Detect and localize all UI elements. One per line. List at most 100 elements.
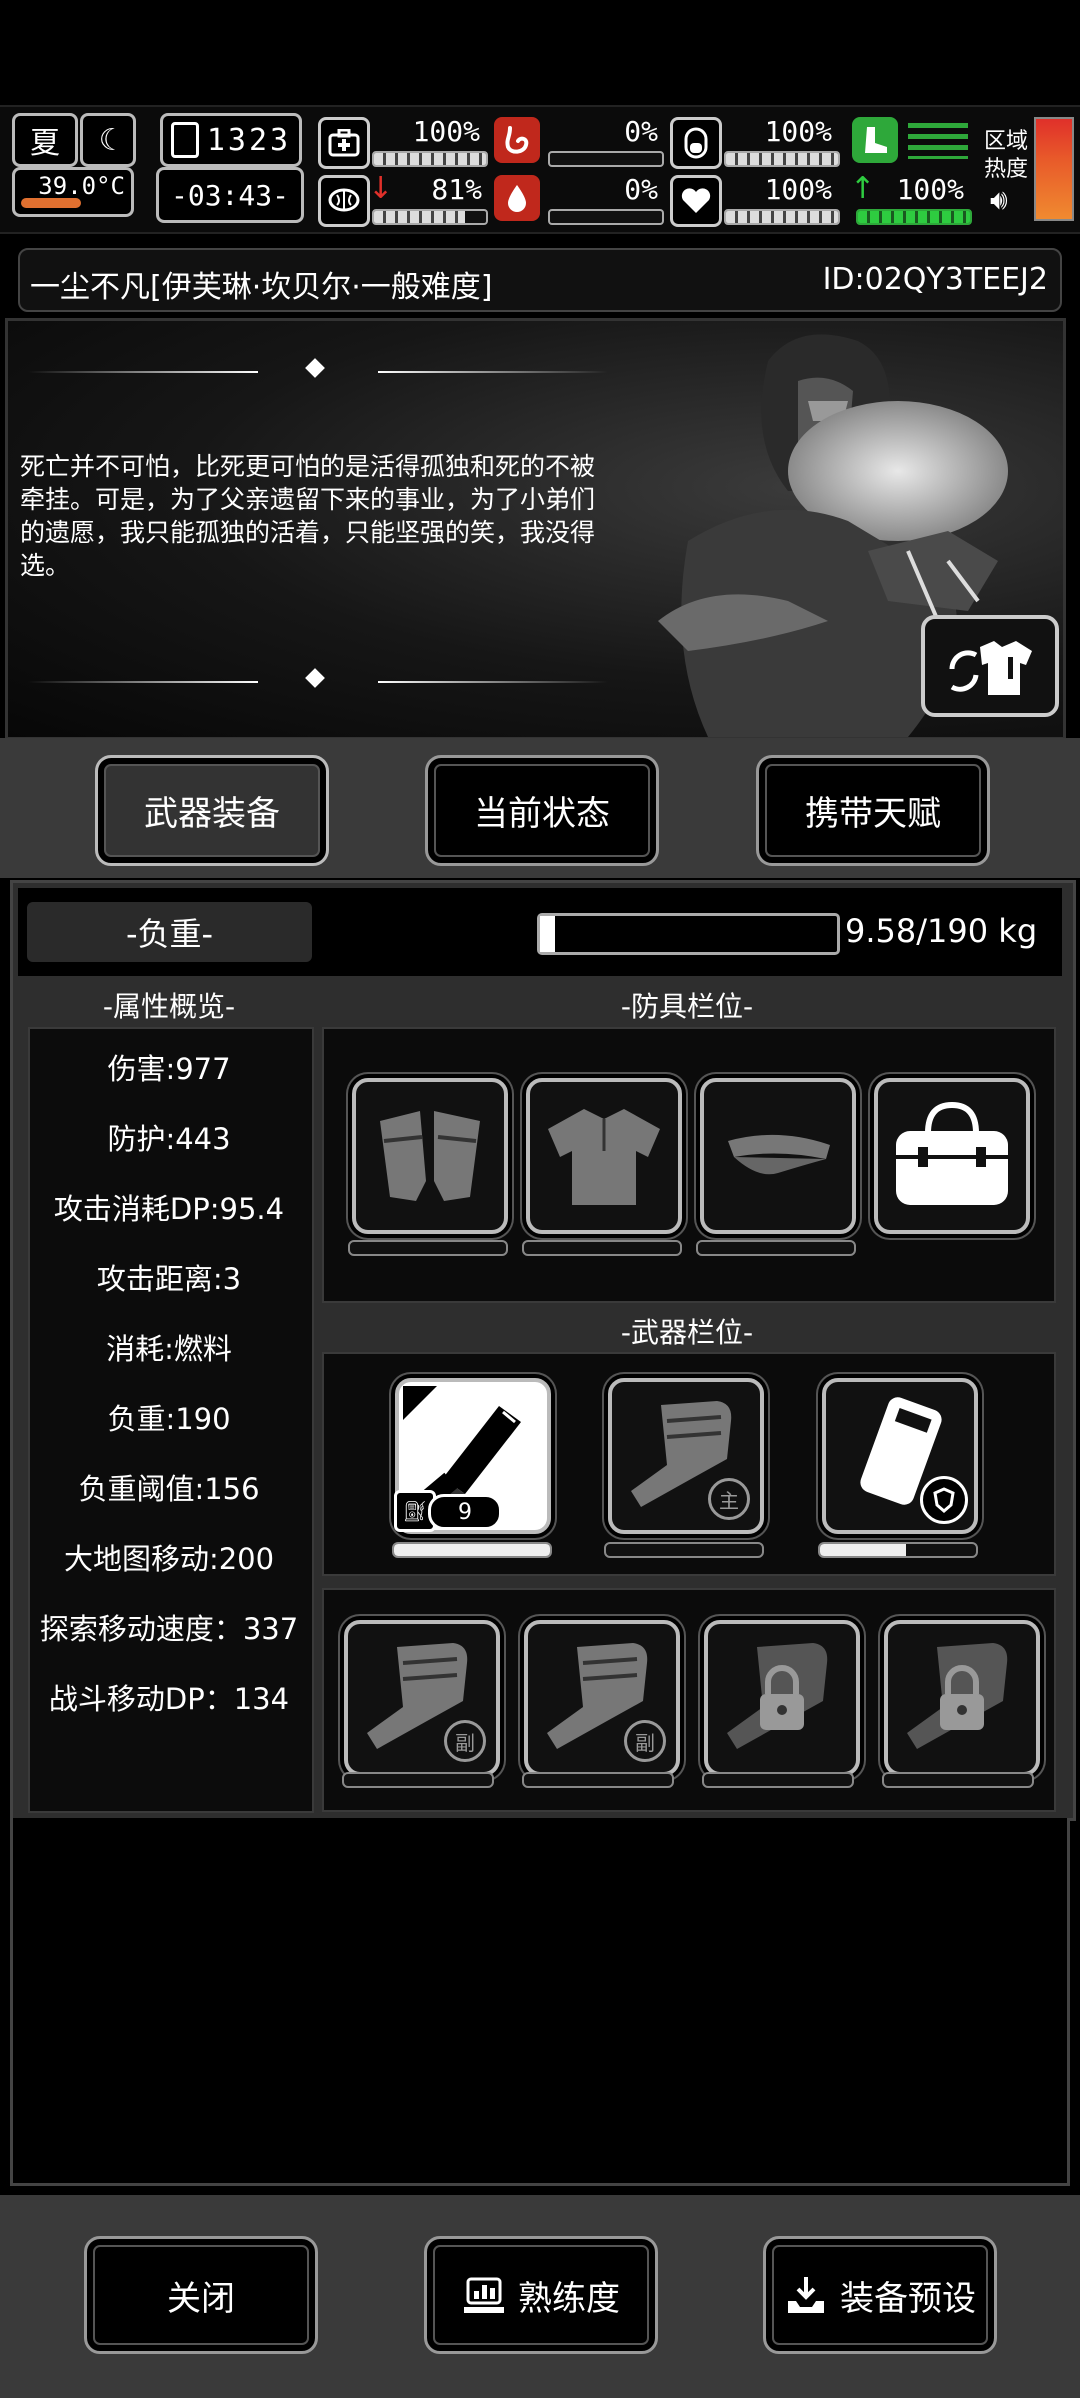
sanity-value: 81% (431, 173, 482, 206)
ornament-diamond-icon (305, 668, 325, 688)
sanity-bar-fill (374, 211, 465, 223)
proficiency-button[interactable]: 熟练度 (424, 2236, 658, 2354)
ornament-divider-top (28, 358, 608, 378)
attributes-section-title: -属性概览- (102, 990, 236, 1023)
mood-bar-fill (726, 211, 838, 223)
attr-attack-range: 攻击距离:3 (96, 1262, 242, 1296)
secondary-badge: 副 (624, 1720, 666, 1762)
clock-readout: -03:43- (156, 167, 304, 223)
health-bar-fill (374, 153, 486, 165)
main-hand-badge: 主 (708, 1478, 750, 1520)
night-moon-icon: ☾ (80, 113, 136, 167)
attr-map-move: 大地图移动:200 (63, 1542, 275, 1576)
locked-slot-2[interactable] (884, 1620, 1040, 1776)
region-heat-label-2: 热度 (984, 157, 1029, 182)
stamina-value: 100% (764, 115, 832, 148)
mood-bar (724, 209, 840, 225)
ornament-divider-bottom (28, 668, 608, 688)
change-outfit-button[interactable] (921, 615, 1059, 717)
empty-content-area (10, 1818, 1070, 2186)
weapon-slot-chainsaw-bar (392, 1542, 552, 1558)
attr-consumption: 消耗:燃料 (106, 1332, 232, 1366)
stomach-icon[interactable] (494, 117, 540, 163)
sanity-bar (372, 209, 488, 225)
chainsaw-durability-fill (394, 1544, 550, 1556)
weapons-section-title: -武器栏位- (620, 1316, 754, 1349)
move-value: 100% (896, 173, 964, 206)
attr-attack-dp-cost: 攻击消耗DP:95.4 (53, 1192, 285, 1226)
locked-slot-1[interactable] (704, 1620, 860, 1776)
blood-drop-icon[interactable] (494, 175, 540, 221)
load-bar (537, 913, 840, 955)
backpack-durability-fill (820, 1544, 906, 1556)
move-bar-fill (858, 211, 970, 223)
stamina-bar (724, 151, 840, 167)
outfit-swap-icon (949, 641, 1032, 695)
stamina-icon[interactable] (670, 117, 722, 169)
weapon-slot-backpack-bar (818, 1542, 978, 1558)
region-heat-gauge[interactable] (1034, 117, 1074, 221)
attr-load-threshold: 负重阈值:156 (78, 1472, 260, 1506)
armor-slot-bag[interactable] (874, 1078, 1030, 1234)
attr-defense: 防护:443 (107, 1122, 231, 1156)
character-id: ID:02QY3TEEJ2 (822, 262, 1048, 297)
brain-icon[interactable] (318, 175, 370, 227)
season-label: 夏 (30, 126, 60, 161)
character-title-bar: 一尘不凡[伊芙琳·坎贝尔·一般难度] ID:02QY3TEEJ2 (18, 248, 1062, 312)
duffel-bag-icon (896, 1101, 1008, 1205)
chainsaw-fuel-count: 9 (428, 1494, 502, 1530)
speaker-icon[interactable]: 🔊︎ (990, 183, 1008, 217)
secondary-slot-1[interactable]: 副 (344, 1620, 500, 1776)
load-bar-fill (540, 916, 555, 952)
close-button[interactable]: 关闭 (84, 2236, 318, 2354)
preset-download-icon (788, 2277, 824, 2313)
attr-damage: 伤害:977 (107, 1052, 231, 1086)
armor-slot-gloves[interactable] (352, 1078, 508, 1234)
locked-slot-1-bar (702, 1772, 854, 1788)
armor-section-title: -防具栏位- (620, 990, 754, 1023)
medkit-icon[interactable] (318, 117, 370, 169)
health-bar (372, 151, 488, 167)
move-bar (856, 209, 972, 225)
shirt-icon (548, 1109, 660, 1205)
equipment-preset-button[interactable]: 装备预设 (763, 2236, 997, 2354)
armor-slot-hat[interactable] (700, 1078, 856, 1234)
armor-slot-shirt-bar (522, 1240, 682, 1256)
load-label: -负重- (27, 902, 312, 962)
armor-slot-shirt[interactable] (526, 1078, 682, 1234)
temperature-readout: 39.0°C (12, 167, 134, 217)
visor-cap-icon (728, 1134, 830, 1175)
hunger-value: 0% (624, 115, 658, 148)
trophy-podium-icon (464, 2277, 504, 2313)
secondary-badge: 副 (444, 1720, 486, 1762)
padlock-icon (760, 1665, 804, 1730)
armor-slot-hat-bar (696, 1240, 856, 1256)
character-backstory: 死亡并不可怕，比死更可怕的是活得孤独和死的不被牵挂。可是，为了父亲遗留下来的事业… (20, 452, 596, 580)
character-title: 一尘不凡[伊芙琳·坎贝尔·一般难度] (30, 270, 493, 305)
heart-icon[interactable] (670, 175, 722, 227)
hunger-bar (548, 151, 664, 167)
season-badge[interactable]: 夏 (12, 113, 78, 167)
locked-slot-2-bar (882, 1772, 1034, 1788)
weapon-slot-main-hand-bar (604, 1542, 764, 1558)
secondary-slot-2[interactable]: 副 (524, 1620, 680, 1776)
secondary-slot-2-bar (522, 1772, 674, 1788)
day-counter: 1323 (160, 113, 302, 167)
tab-weapons-equipment[interactable]: 武器装备 (95, 755, 329, 866)
weapon-slot-backpack[interactable] (822, 1378, 978, 1534)
move-lines (908, 123, 968, 159)
tab-current-status[interactable]: 当前状态 (425, 755, 659, 866)
boot-icon[interactable] (852, 117, 898, 163)
load-value: 9.58/190 kg (845, 912, 1038, 950)
tab-carried-talents[interactable]: 携带天赋 (756, 755, 990, 866)
health-value: 100% (412, 115, 480, 148)
mood-value: 100% (764, 173, 832, 206)
padlock-icon (940, 1665, 984, 1730)
status-hud: 夏 ☾ 39.0°C 1323 -03:43- 100% 0% 100% ↓ 8… (0, 105, 1080, 234)
weapon-slot-main-hand[interactable]: 主 (608, 1378, 764, 1534)
thirst-value: 0% (624, 173, 658, 206)
stamina-bar-fill (726, 153, 838, 165)
calendar-icon (170, 122, 199, 158)
gloves-icon (380, 1111, 480, 1201)
armor-slot-gloves-bar (348, 1240, 508, 1256)
